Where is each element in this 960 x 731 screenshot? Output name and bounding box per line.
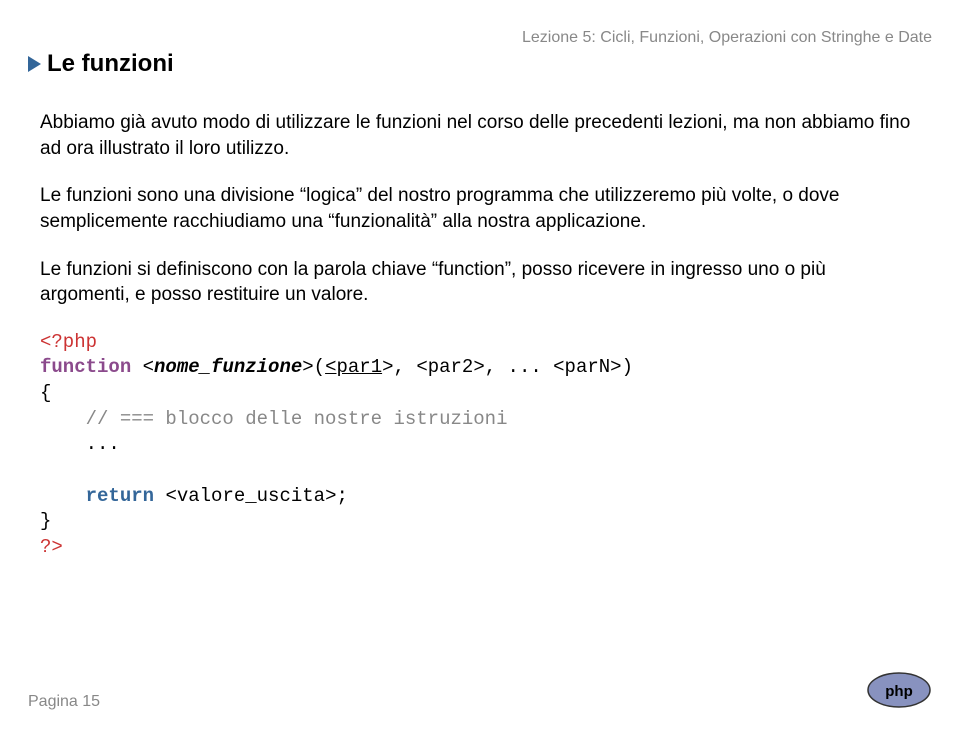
code-block: <?php function <nome_funzione>(<par1>, <… <box>40 330 920 561</box>
paragraph-1: Abbiamo già avuto modo di utilizzare le … <box>40 110 920 161</box>
php-open-tag: <?php <box>40 331 97 353</box>
svg-text:php: php <box>885 683 913 700</box>
code-ellipsis: ... <box>86 433 120 455</box>
param-n: <parN> <box>553 356 621 378</box>
code-comment: // === blocco delle nostre istruzioni <box>86 408 508 430</box>
function-name: nome_funzione <box>154 356 302 378</box>
param-1: <par1 <box>325 356 382 378</box>
keyword-function: function <box>40 356 131 378</box>
footer: Pagina 15 php <box>28 669 932 711</box>
brace-open: { <box>40 382 51 404</box>
lesson-header: Lezione 5: Cicli, Funzioni, Operazioni c… <box>522 29 932 47</box>
param-2: <par2> <box>416 356 484 378</box>
php-logo-icon: php <box>866 669 932 711</box>
section-title: Le funzioni <box>47 50 174 78</box>
content-body: Abbiamo già avuto modo di utilizzare le … <box>40 110 920 561</box>
section-title-row: Le funzioni <box>28 50 174 78</box>
php-close-tag: ?> <box>40 536 63 558</box>
paragraph-2: Le funzioni sono una divisione “logica” … <box>40 183 920 234</box>
keyword-return: return <box>86 485 154 507</box>
page-number: Pagina 15 <box>28 693 100 711</box>
return-value: <valore_uscita> <box>165 485 336 507</box>
paragraph-3: Le funzioni si definiscono con la parola… <box>40 257 920 308</box>
brace-close: } <box>40 510 51 532</box>
triangle-bullet-icon <box>28 56 41 72</box>
